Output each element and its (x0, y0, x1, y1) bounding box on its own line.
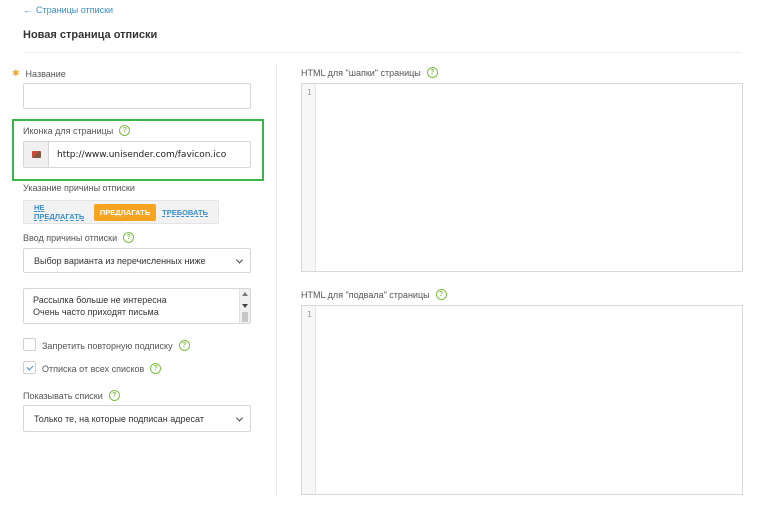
name-label-row: ✱ Название (12, 68, 66, 79)
unsubscribe-all-label[interactable]: Отписка от всех списков (42, 364, 144, 374)
help-icon[interactable]: ? (426, 67, 438, 78)
reasons-textarea[interactable]: Рассылка больше не интересна Очень часто… (23, 288, 251, 324)
favicon-preview (24, 142, 49, 167)
icon-url-field[interactable]: http://www.unisender.com/favicon.ico (23, 141, 251, 168)
chevron-down-icon (235, 255, 244, 264)
unsubscribe-all-row: Отписка от всех списков ? (42, 363, 162, 374)
show-lists-label-row: Показывать списки ? (23, 390, 120, 401)
show-lists-select[interactable]: Только те, на которые подписан адресат (23, 405, 251, 432)
scroll-down-icon[interactable] (242, 304, 248, 308)
line-gutter: 1 (302, 306, 316, 494)
reason-input-label-row: Ввод причины отписки ? (23, 232, 135, 243)
reason-label: Указание причины отписки (23, 183, 135, 193)
footer-html-label-row: HTML для "подвала" страницы ? (301, 289, 447, 300)
option-offer[interactable]: ПРЕДЛАГАТЬ (93, 203, 157, 221)
name-input[interactable] (23, 83, 251, 109)
forbid-resubscribe-row: Запретить повторную подписку ? (42, 340, 190, 351)
arrow-left-icon: ← (23, 5, 32, 15)
show-lists-value: Только те, на которые подписан адресат (34, 413, 204, 424)
list-item: Рассылка больше не интересна (33, 295, 167, 305)
reasons-list: Рассылка больше не интересна Очень часто… (33, 294, 167, 318)
reason-label-row: Указание причины отписки (23, 183, 135, 193)
option-require[interactable]: ТРЕБОВАТЬ (156, 204, 214, 221)
chevron-down-icon (235, 413, 244, 422)
scroll-up-icon[interactable] (242, 292, 248, 296)
help-icon[interactable]: ? (150, 363, 162, 374)
list-item: Очень часто приходят письма (33, 307, 159, 317)
back-link[interactable]: ← Страницы отписки (23, 5, 113, 15)
header-html-label: HTML для "шапки" страницы (301, 67, 421, 78)
help-icon[interactable]: ? (119, 125, 131, 136)
unsubscribe-all-checkbox[interactable] (23, 361, 36, 374)
name-label: Название (25, 68, 66, 79)
header-divider (23, 52, 742, 53)
line-gutter: 1 (302, 84, 316, 271)
help-icon[interactable]: ? (123, 232, 135, 243)
back-link-label: Страницы отписки (36, 5, 114, 15)
header-html-label-row: HTML для "шапки" страницы ? (301, 67, 438, 78)
help-icon[interactable]: ? (435, 289, 447, 300)
icon-label: Иконка для страницы (23, 125, 114, 136)
footer-html-editor[interactable]: 1 (301, 305, 743, 495)
help-icon[interactable]: ? (178, 340, 190, 351)
line-number: 1 (307, 310, 312, 319)
line-number: 1 (307, 88, 312, 97)
reason-input-select[interactable]: Выбор варианта из перечисленных ниже (23, 248, 251, 273)
reason-input-value: Выбор варианта из перечисленных ниже (34, 255, 206, 266)
icon-url-value[interactable]: http://www.unisender.com/favicon.ico (49, 142, 226, 167)
scrollbar[interactable] (239, 289, 250, 323)
reason-input-label: Ввод причины отписки (23, 232, 118, 243)
show-lists-label: Показывать списки (23, 390, 103, 401)
reason-toggle: НЕ ПРЕДЛАГАТЬ ПРЕДЛАГАТЬ ТРЕБОВАТЬ (23, 200, 219, 224)
help-icon[interactable]: ? (108, 390, 120, 401)
forbid-resubscribe-checkbox[interactable] (23, 338, 36, 351)
forbid-resubscribe-label[interactable]: Запретить повторную подписку (42, 341, 173, 351)
scroll-thumb[interactable] (242, 312, 248, 322)
option-dont-offer[interactable]: НЕ ПРЕДЛАГАТЬ (28, 199, 94, 225)
required-icon: ✱ (12, 68, 20, 78)
footer-html-label: HTML для "подвала" страницы (301, 289, 430, 300)
column-divider (276, 64, 277, 496)
icon-label-row: Иконка для страницы ? (23, 125, 131, 136)
page-title: Новая страница отписки (23, 29, 158, 41)
header-html-editor[interactable]: 1 (301, 83, 743, 272)
favicon-icon (31, 151, 41, 158)
